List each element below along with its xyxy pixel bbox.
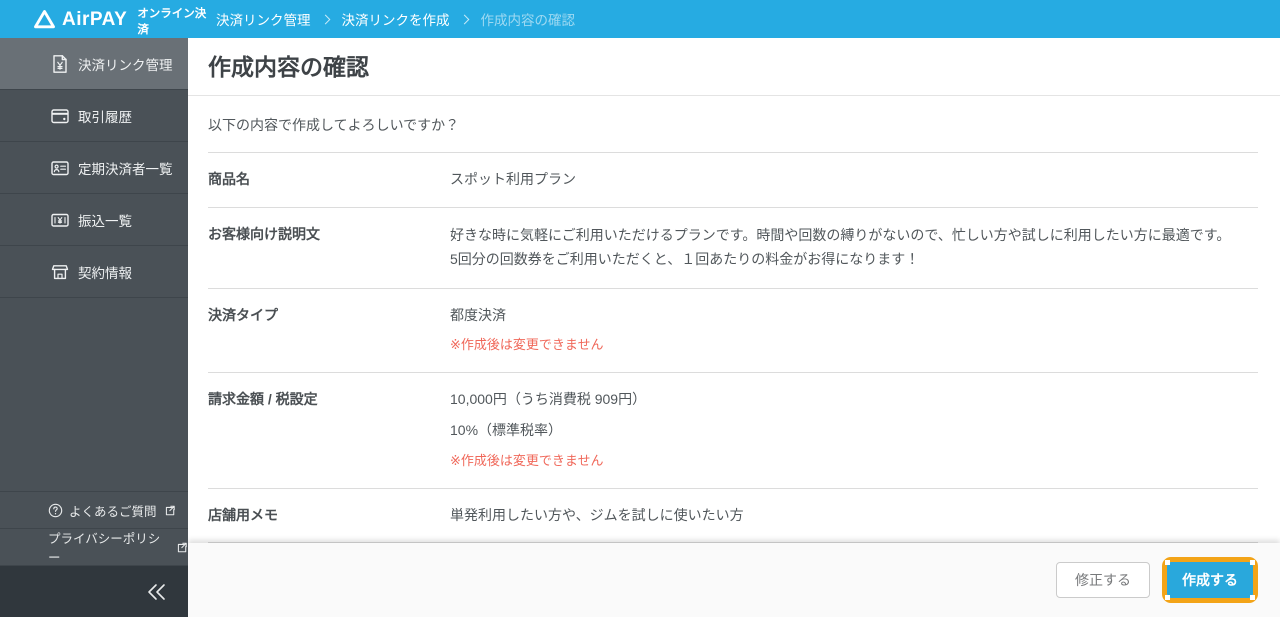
row-value: 単発利用したい方や、ジムを試しに使いたい方: [450, 506, 744, 523]
confirmation-table: 商品名 スポット利用プラン お客様向け説明文 好きな時に気軽にご利用いただけるプ…: [208, 152, 1258, 598]
question-circle-icon: [48, 503, 63, 518]
row-value: 都度決済 ※作成後は変更できません: [450, 304, 604, 356]
selection-handle: [1165, 560, 1170, 565]
breadcrumb-payment-link-management[interactable]: 決済リンク管理: [216, 9, 311, 29]
selection-handle: [1165, 595, 1170, 600]
chevron-right-icon: [320, 14, 330, 24]
storefront-icon: [49, 261, 71, 283]
row-label: 店舗用メモ: [208, 506, 278, 523]
selection-handle: [1250, 595, 1255, 600]
immutable-note: ※作成後は変更できません: [450, 337, 604, 353]
sidebar-item-recurring-payers-list[interactable]: 定期決済者一覧: [0, 142, 188, 194]
row-label: 商品名: [208, 171, 250, 188]
yen-transfer-icon: [49, 209, 71, 231]
sidebar-link-label: よくあるご質問: [69, 504, 157, 519]
breadcrumb-confirm-contents: 作成内容の確認: [480, 13, 576, 28]
page-title: 作成内容の確認: [208, 54, 369, 80]
sidebar-link-faq[interactable]: よくあるご質問: [0, 491, 188, 528]
create-button[interactable]: 作成する: [1167, 562, 1253, 598]
immutable-note: ※作成後は変更できません: [450, 452, 604, 468]
sidebar-item-transfer-list[interactable]: 振込一覧: [0, 194, 188, 246]
sidebar-item-payment-link-management[interactable]: 決済リンク管理: [0, 38, 188, 90]
yen-document-icon: [49, 53, 71, 75]
row-store-memo: 店舗用メモ 単発利用したい方や、ジムを試しに使いたい方: [208, 487, 1258, 542]
sidebar-item-label: 取引履歴: [78, 109, 132, 125]
row-label: 請求金額 / 税設定: [208, 391, 318, 408]
sidebar-item-label: 振込一覧: [78, 213, 132, 229]
brand-subtitle: オンライン決済: [137, 7, 207, 36]
external-link-icon: [163, 504, 176, 517]
main-content: 作成内容の確認 以下の内容で作成してよろしいですか？ 商品名 スポット利用プラン…: [188, 38, 1280, 617]
app-header: AirPAY オンライン決済 決済リンク管理 決済リンクを作成 作成内容の確認: [0, 0, 1280, 38]
airpay-triangle-icon: [33, 8, 62, 31]
fix-button[interactable]: 修正する: [1056, 562, 1150, 598]
sidebar-item-transaction-history[interactable]: 取引履歴: [0, 90, 188, 142]
brand-name: AirPAY: [62, 8, 128, 30]
row-label: 決済タイプ: [208, 306, 278, 323]
sidebar-link-label: プライバシーポリシー: [48, 532, 161, 565]
sidebar-item-label: 決済リンク管理: [78, 57, 173, 73]
sidebar-item-label: 定期決済者一覧: [78, 161, 173, 177]
confirmation-question: 以下の内容で作成してよろしいですか？: [208, 117, 460, 134]
credit-card-icon: [49, 105, 71, 127]
breadcrumb: 決済リンク管理 決済リンクを作成 作成内容の確認: [216, 9, 575, 29]
row-payment-type: 決済タイプ 都度決済 ※作成後は変更できません: [208, 287, 1258, 372]
row-product-name: 商品名 スポット利用プラン: [208, 152, 1258, 206]
sidebar: 決済リンク管理 取引履歴 定期決済者一覧 振込一覧 契約情報 よくあるご質問 プ…: [0, 38, 188, 617]
collapse-sidebar-icon[interactable]: [144, 581, 170, 603]
action-bar: 修正する 作成する: [188, 543, 1280, 617]
selection-handle: [1250, 560, 1255, 565]
breadcrumb-create-payment-link[interactable]: 決済リンクを作成: [342, 9, 450, 29]
row-value: スポット利用プラン: [450, 171, 576, 188]
external-link-icon: [175, 541, 188, 554]
sidebar-footer: [0, 565, 188, 617]
chevron-right-icon: [459, 14, 469, 24]
airpay-logo[interactable]: AirPAY オンライン決済: [33, 2, 216, 37]
sidebar-link-privacy-policy[interactable]: プライバシーポリシー: [0, 528, 188, 565]
row-billing-amount-tax: 請求金額 / 税設定 10,000円（うち消費税 909円） 10%（標準税率）…: [208, 372, 1258, 488]
row-value: 好きな時に気軽にご利用いただけるプランです。時間や回数の縛りがないので、忙しい方…: [450, 226, 1231, 268]
row-customer-description: お客様向け説明文 好きな時に気軽にご利用いただけるプランです。時間や回数の縛りが…: [208, 206, 1258, 288]
sidebar-item-label: 契約情報: [78, 265, 132, 281]
id-card-icon: [49, 157, 71, 179]
row-value: 10,000円（うち消費税 909円） 10%（標準税率） ※作成後は変更できま…: [450, 388, 646, 472]
sidebar-item-contract-info[interactable]: 契約情報: [0, 246, 188, 298]
click-highlight-annotation: 作成する: [1162, 557, 1258, 603]
row-label: お客様向け説明文: [208, 225, 320, 242]
